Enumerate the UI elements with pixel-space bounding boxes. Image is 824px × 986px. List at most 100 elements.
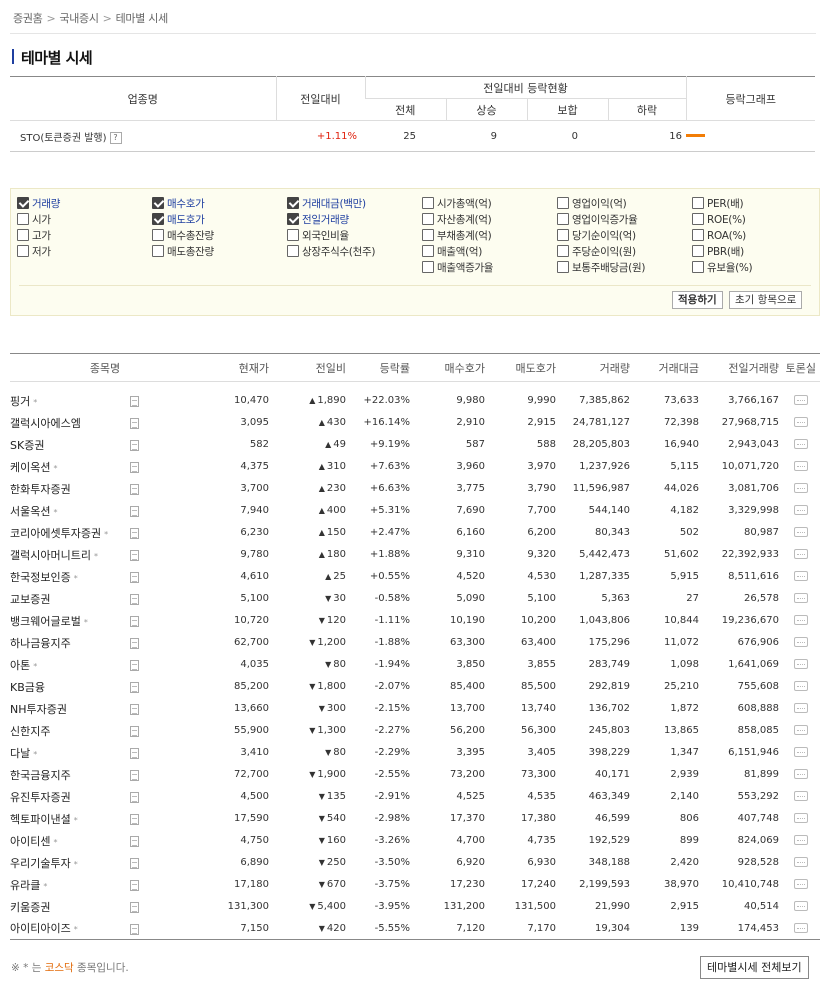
option-item[interactable]: 거래량 bbox=[17, 196, 60, 212]
discussion-icon[interactable] bbox=[794, 747, 808, 757]
document-icon[interactable] bbox=[130, 836, 139, 847]
discussion-icon[interactable] bbox=[794, 791, 808, 801]
stock-name-link[interactable]: 갤럭시아머니트리 bbox=[10, 549, 91, 562]
checkbox[interactable] bbox=[152, 197, 164, 209]
checkbox[interactable] bbox=[557, 245, 569, 257]
stock-name-link[interactable]: 한국금융지주 bbox=[10, 769, 71, 782]
apply-button[interactable]: 적용하기 bbox=[672, 291, 723, 309]
document-icon[interactable] bbox=[130, 880, 139, 891]
checkbox[interactable] bbox=[692, 229, 704, 241]
document-icon[interactable] bbox=[130, 704, 139, 715]
stock-name-link[interactable]: 한국정보인증 bbox=[10, 571, 71, 584]
checkbox[interactable] bbox=[287, 213, 299, 225]
option-item[interactable]: 영업이익증가율 bbox=[557, 212, 645, 228]
stock-name-link[interactable]: 아톤 bbox=[10, 659, 30, 672]
stock-name-link[interactable]: 핑거 bbox=[10, 395, 30, 408]
option-item[interactable]: 유보율(%) bbox=[692, 260, 753, 276]
discussion-icon[interactable] bbox=[794, 835, 808, 845]
discussion-icon[interactable] bbox=[794, 659, 808, 669]
discussion-icon[interactable] bbox=[794, 615, 808, 625]
discussion-icon[interactable] bbox=[794, 681, 808, 691]
checkbox[interactable] bbox=[692, 245, 704, 257]
option-item[interactable]: 주당순이익(원) bbox=[557, 244, 645, 260]
checkbox[interactable] bbox=[287, 197, 299, 209]
document-icon[interactable] bbox=[130, 594, 139, 605]
discussion-icon[interactable] bbox=[794, 879, 808, 889]
document-icon[interactable] bbox=[130, 396, 139, 407]
document-icon[interactable] bbox=[130, 462, 139, 473]
discussion-icon[interactable] bbox=[794, 505, 808, 515]
option-item[interactable]: 외국인비율 bbox=[287, 228, 375, 244]
discussion-icon[interactable] bbox=[794, 813, 808, 823]
stock-name-link[interactable]: 하나금융지주 bbox=[10, 637, 71, 650]
stock-name-link[interactable]: 우리기술투자 bbox=[10, 857, 71, 870]
option-item[interactable]: 영업이익(억) bbox=[557, 196, 645, 212]
reset-button[interactable]: 초기 항목으로 bbox=[729, 291, 803, 309]
stock-name-link[interactable]: 유진투자증권 bbox=[10, 791, 71, 804]
document-icon[interactable] bbox=[130, 418, 139, 429]
option-item[interactable]: 당기순이익(억) bbox=[557, 228, 645, 244]
discussion-icon[interactable] bbox=[794, 483, 808, 493]
document-icon[interactable] bbox=[130, 682, 139, 693]
discussion-icon[interactable] bbox=[794, 703, 808, 713]
checkbox[interactable] bbox=[17, 229, 29, 241]
discussion-icon[interactable] bbox=[794, 549, 808, 559]
document-icon[interactable] bbox=[130, 792, 139, 803]
stock-name-link[interactable]: 한화투자증권 bbox=[10, 483, 71, 496]
discussion-icon[interactable] bbox=[794, 637, 808, 647]
option-item[interactable]: 저가 bbox=[17, 244, 60, 260]
checkbox[interactable] bbox=[17, 213, 29, 225]
document-icon[interactable] bbox=[130, 858, 139, 869]
option-item[interactable]: 전일거래량 bbox=[287, 212, 375, 228]
stock-name-link[interactable]: 키움증권 bbox=[10, 901, 50, 914]
document-icon[interactable] bbox=[130, 440, 139, 451]
stock-name-link[interactable]: 코리아에셋투자증권 bbox=[10, 527, 101, 540]
discussion-icon[interactable] bbox=[794, 901, 808, 911]
view-all-themes-button[interactable]: 테마별시세 전체보기 bbox=[700, 956, 809, 979]
checkbox[interactable] bbox=[422, 261, 434, 273]
discussion-icon[interactable] bbox=[794, 769, 808, 779]
discussion-icon[interactable] bbox=[794, 725, 808, 735]
stock-name-link[interactable]: 아이티아이즈 bbox=[10, 922, 71, 935]
option-item[interactable]: 매출액증가율 bbox=[422, 260, 493, 276]
stock-name-link[interactable]: 케이옥션 bbox=[10, 461, 50, 474]
checkbox[interactable] bbox=[692, 197, 704, 209]
document-icon[interactable] bbox=[130, 616, 139, 627]
stock-name-link[interactable]: 신한지주 bbox=[10, 725, 50, 738]
option-item[interactable]: 매수총잔량 bbox=[152, 228, 214, 244]
document-icon[interactable] bbox=[130, 923, 139, 935]
checkbox[interactable] bbox=[287, 245, 299, 257]
document-icon[interactable] bbox=[130, 506, 139, 517]
option-item[interactable]: PBR(배) bbox=[692, 244, 752, 260]
option-item[interactable]: 시가 bbox=[17, 212, 60, 228]
option-item[interactable]: 부채총계(억) bbox=[422, 228, 493, 244]
checkbox[interactable] bbox=[152, 245, 164, 257]
document-icon[interactable] bbox=[130, 814, 139, 825]
checkbox[interactable] bbox=[287, 229, 299, 241]
checkbox[interactable] bbox=[557, 229, 569, 241]
checkbox[interactable] bbox=[422, 197, 434, 209]
checkbox[interactable] bbox=[692, 261, 704, 273]
checkbox[interactable] bbox=[17, 197, 29, 209]
discussion-icon[interactable] bbox=[794, 571, 808, 581]
checkbox[interactable] bbox=[557, 261, 569, 273]
option-item[interactable]: ROE(%) bbox=[692, 212, 752, 228]
document-icon[interactable] bbox=[130, 550, 139, 561]
checkbox[interactable] bbox=[152, 229, 164, 241]
stock-name-link[interactable]: 교보증권 bbox=[10, 593, 50, 606]
checkbox[interactable] bbox=[557, 197, 569, 209]
document-icon[interactable] bbox=[130, 902, 139, 913]
option-item[interactable]: 매도호가 bbox=[152, 212, 214, 228]
stock-name-link[interactable]: 갤럭시아에스엠 bbox=[10, 417, 81, 430]
breadcrumb-home[interactable]: 증권홈 bbox=[13, 12, 43, 25]
option-item[interactable]: 매출액(억) bbox=[422, 244, 493, 260]
checkbox[interactable] bbox=[557, 213, 569, 225]
option-item[interactable]: 시가총액(억) bbox=[422, 196, 493, 212]
stock-name-link[interactable]: SK증권 bbox=[10, 439, 44, 452]
document-icon[interactable] bbox=[130, 770, 139, 781]
option-item[interactable]: ROA(%) bbox=[692, 228, 752, 244]
option-item[interactable]: 매도총잔량 bbox=[152, 244, 214, 260]
stock-name-link[interactable]: NH투자증권 bbox=[10, 703, 67, 716]
option-item[interactable]: 거래대금(백만) bbox=[287, 196, 375, 212]
breadcrumb-domestic[interactable]: 국내증시 bbox=[59, 12, 99, 25]
